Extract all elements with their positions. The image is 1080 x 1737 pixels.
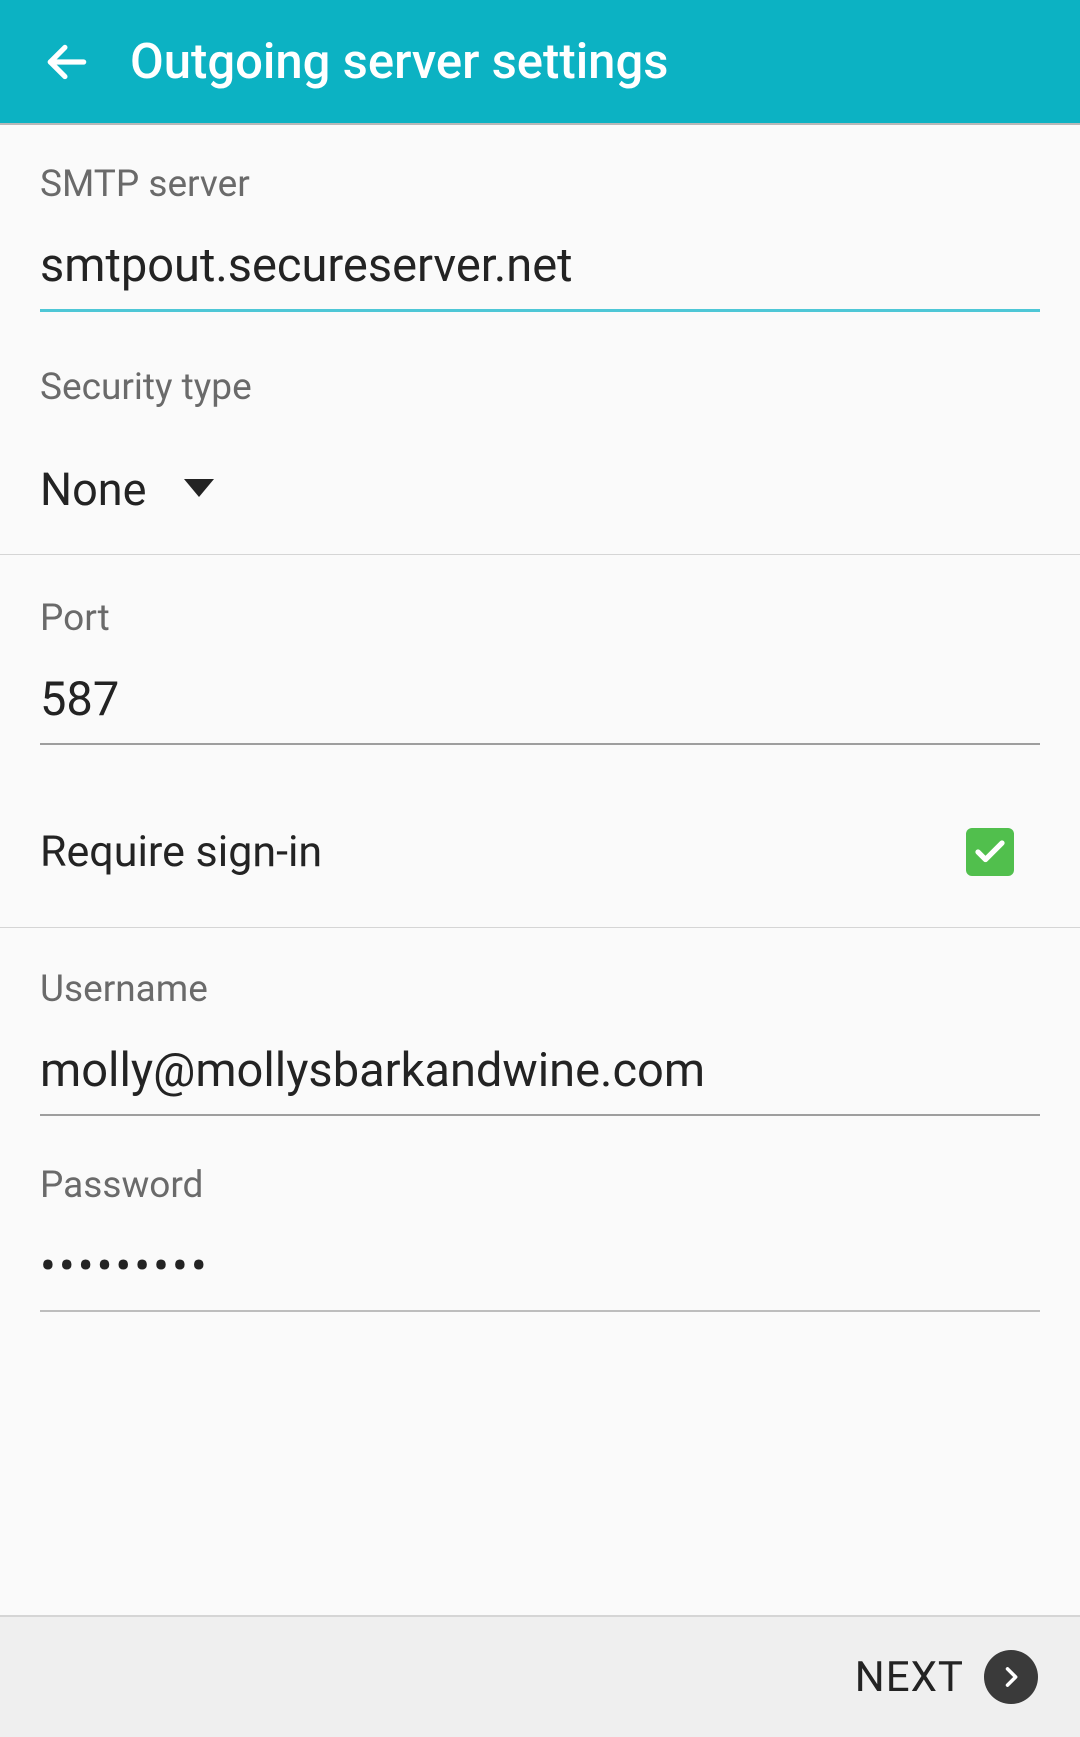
password-label: Password	[40, 1164, 1040, 1207]
form-content: SMTP server Security type None Port Requ…	[0, 125, 1080, 1312]
username-group: Username	[0, 928, 1080, 1116]
username-input[interactable]	[40, 1043, 1040, 1116]
next-button[interactable]: NEXT	[855, 1650, 1038, 1704]
require-signin-label: Require sign-in	[40, 827, 322, 877]
security-type-group: Security type None	[0, 312, 1080, 555]
security-type-label: Security type	[0, 366, 1080, 409]
port-label: Port	[40, 597, 1040, 640]
dropdown-caret-icon	[184, 479, 214, 501]
require-signin-checkbox[interactable]	[966, 828, 1014, 876]
port-group: Port	[0, 555, 1080, 745]
username-label: Username	[40, 968, 1040, 1011]
password-group: Password	[0, 1116, 1080, 1312]
security-type-dropdown[interactable]: None	[0, 441, 1080, 555]
chevron-right-circle-icon	[984, 1650, 1038, 1704]
footer-bar: NEXT	[0, 1615, 1080, 1737]
password-input[interactable]	[40, 1239, 1040, 1312]
app-header: Outgoing server settings	[0, 0, 1080, 125]
smtp-server-group: SMTP server	[0, 125, 1080, 312]
smtp-server-label: SMTP server	[40, 163, 1040, 206]
page-title: Outgoing server settings	[130, 33, 668, 90]
smtp-server-input[interactable]	[40, 238, 1040, 312]
next-button-label: NEXT	[855, 1653, 964, 1702]
security-type-value: None	[40, 463, 146, 516]
back-arrow-icon[interactable]	[42, 37, 92, 87]
require-signin-row[interactable]: Require sign-in	[0, 777, 1080, 928]
port-input[interactable]	[40, 672, 1040, 745]
